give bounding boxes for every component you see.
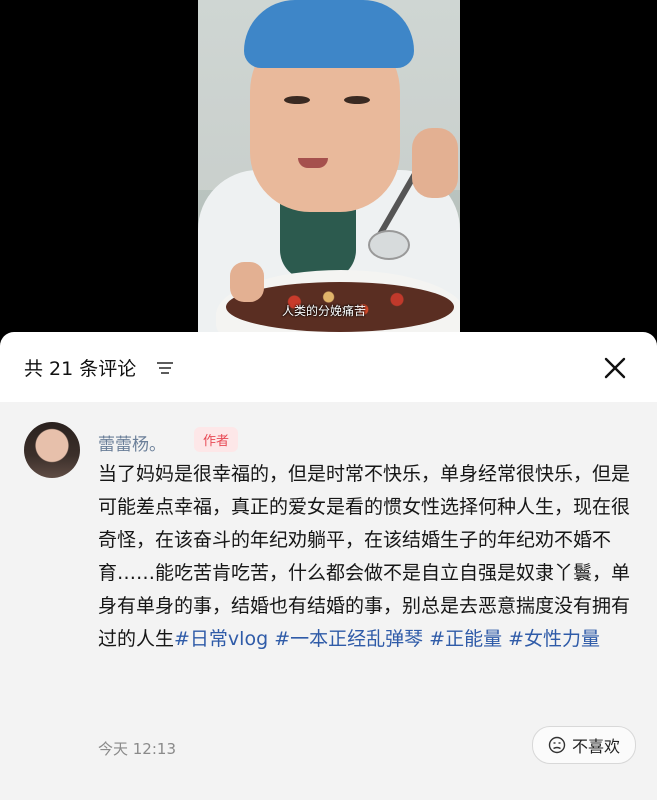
author-badge: 作者	[194, 427, 239, 452]
hashtag-link[interactable]: #日常vlog	[174, 628, 268, 650]
comment-text: 当了妈妈是很幸福的，但是时常不快乐，单身经常很快乐，但是可能差点幸福，真正的爱女…	[98, 458, 634, 656]
comment-username[interactable]: 蕾蕾杨。	[98, 430, 166, 455]
sort-icon[interactable]	[156, 361, 174, 375]
video-subtitle: 人类的分娩痛苦	[282, 304, 367, 318]
close-icon[interactable]	[603, 356, 627, 380]
comment-body: 当了妈妈是很幸福的，但是时常不快乐，单身经常很快乐，但是可能差点幸福，真正的爱女…	[98, 463, 631, 650]
comments-sheet: 共 21 条评论 蕾蕾杨。 作者 当了妈妈是很幸福的，但是时常不快乐，单身经常很…	[0, 332, 657, 800]
hashtag-link[interactable]: #一本正经乱弹琴	[274, 628, 423, 650]
comment-count-title: 共 21 条评论	[24, 358, 137, 380]
hashtag-link[interactable]: #女性力量	[508, 628, 600, 650]
dislike-button[interactable]: 不喜欢	[532, 726, 636, 764]
dislike-label: 不喜欢	[571, 737, 620, 756]
hashtag-link[interactable]: #正能量	[429, 628, 502, 650]
dislike-face-icon	[548, 736, 566, 754]
comment-list: 蕾蕾杨。 作者 当了妈妈是很幸福的，但是时常不快乐，单身经常很快乐，但是可能差点…	[0, 402, 657, 800]
avatar[interactable]	[24, 422, 80, 478]
video-player[interactable]: 人类的分娩痛苦	[0, 0, 657, 340]
comments-header: 共 21 条评论	[0, 332, 657, 402]
comment-timestamp: 今天 12:13	[98, 740, 176, 758]
video-frame	[198, 0, 460, 340]
